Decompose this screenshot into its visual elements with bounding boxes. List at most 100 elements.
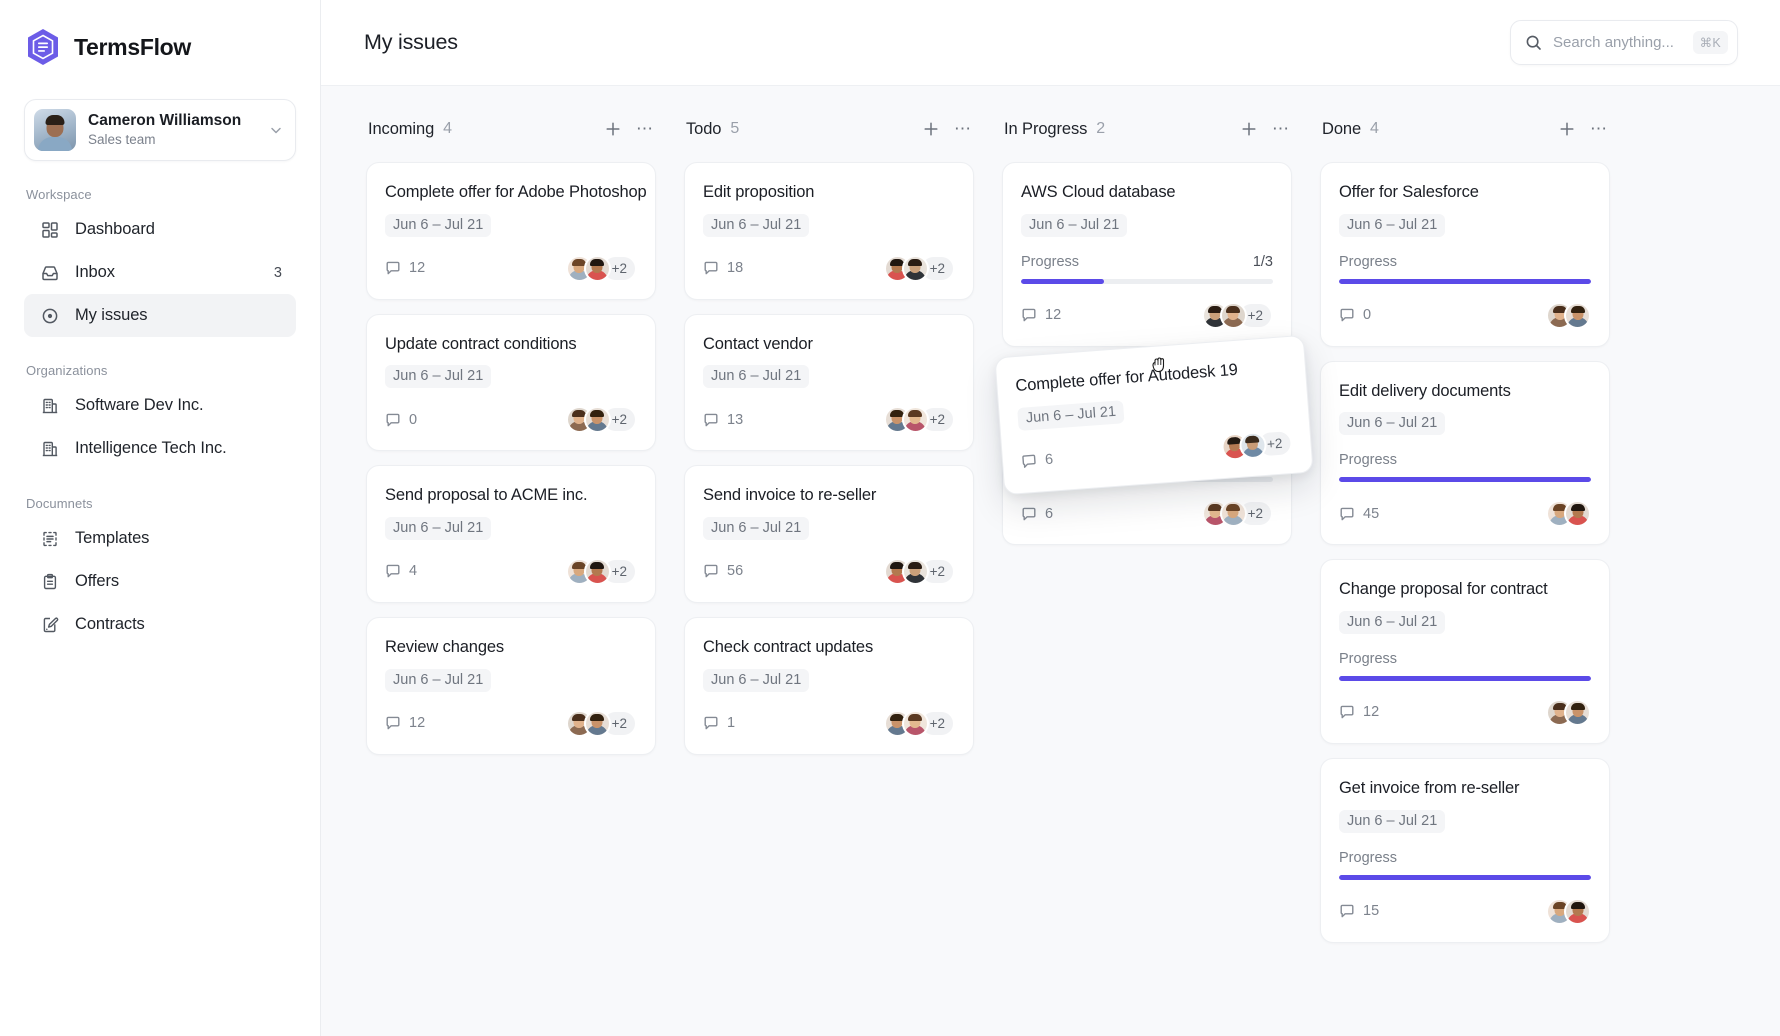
assignee-avatars[interactable] [1546, 302, 1591, 329]
progress-ratio: 1/3 [1253, 254, 1273, 270]
user-text: Cameron Williamson Sales team [88, 111, 257, 149]
kanban-card[interactable]: Edit proposition Jun 6 – Jul 21 18 +2 [684, 162, 974, 300]
kanban-card[interactable]: Send proposal to ACME inc.Jun 6 – Jul 21… [366, 465, 656, 603]
kanban-board-scroll[interactable]: Incoming 4 ⋯ Complete offer for Adobe Photo… [321, 85, 1780, 1036]
kanban-card[interactable]: Contact vendorJun 6 – Jul 2113+2 [684, 314, 974, 452]
comment-icon [385, 260, 401, 276]
kanban-card[interactable]: Send invoice to re-sellerJun 6 – Jul 215… [684, 465, 974, 603]
kanban-card[interactable]: Check contract updates Jun 6 – Jul 21 1 +2 [684, 617, 974, 755]
plus-icon[interactable] [1558, 120, 1576, 138]
assignee-avatars[interactable]: +2 [884, 558, 955, 585]
card-title: Send invoice to re-seller [703, 485, 955, 506]
kanban-card[interactable]: Edit delivery documentsJun 6 – Jul 21Pro… [1320, 361, 1610, 546]
assignee-avatars[interactable]: +2 [1220, 429, 1293, 461]
assignee-avatars[interactable]: +2 [566, 406, 637, 433]
comment-icon [385, 715, 401, 731]
comment-count[interactable]: 12 [1021, 307, 1061, 323]
comment-icon [703, 412, 719, 428]
sidebar: TermsFlow Cameron Williamson Sales team … [0, 0, 321, 1036]
comment-count[interactable]: 1 [703, 715, 735, 731]
card-footer: 18 +2 [703, 255, 955, 282]
ellipsis-icon[interactable]: ⋯ [1272, 120, 1290, 138]
sidebar-item-my-issues[interactable]: My issues [24, 294, 296, 337]
sidebar-item-contracts[interactable]: Contracts [24, 603, 296, 646]
comment-count[interactable]: 56 [703, 563, 743, 579]
assignee-avatars[interactable] [1546, 500, 1591, 527]
sidebar-item-intelligence-tech-inc[interactable]: Intelligence Tech Inc. [24, 427, 296, 470]
progress-row: Progress [1339, 452, 1591, 468]
plus-icon[interactable] [1240, 120, 1258, 138]
assignee-avatars[interactable]: +2 [566, 710, 637, 737]
kanban-card[interactable]: Offer for SalesforceJun 6 – Jul 21Progre… [1320, 162, 1610, 347]
search-icon [1525, 34, 1542, 51]
assignee-avatars[interactable]: +2 [884, 710, 955, 737]
card-date-range: Jun 6 – Jul 21 [703, 214, 809, 237]
kanban-card[interactable]: Review changesJun 6 – Jul 2112+2 [366, 617, 656, 755]
card-title: Edit proposition [703, 182, 955, 203]
sidebar-item-templates[interactable]: Templates [24, 517, 296, 560]
card-footer: 12 +2 [385, 710, 637, 737]
nav-group-documents: Documnets Templates [24, 496, 296, 646]
ellipsis-icon[interactable]: ⋯ [1590, 120, 1608, 138]
assignee-avatars[interactable]: +2 [884, 406, 955, 433]
building-icon [40, 439, 59, 458]
comment-count[interactable]: 18 [703, 260, 743, 276]
comment-count[interactable]: 6 [1021, 452, 1054, 470]
kanban-card[interactable]: Change proposal for contractJun 6 – Jul … [1320, 559, 1610, 744]
comment-count[interactable]: 45 [1339, 506, 1379, 522]
comment-count[interactable]: 12 [385, 260, 425, 276]
avatar [1238, 431, 1267, 460]
sidebar-item-dashboard[interactable]: Dashboard [24, 208, 296, 251]
clipboard-icon [40, 572, 59, 591]
chevron-down-icon[interactable] [269, 123, 283, 137]
grabbing-hand-cursor [1148, 354, 1170, 376]
card-title: Complete offer for Adobe Photoshop [385, 182, 637, 203]
comment-count[interactable]: 0 [1339, 307, 1371, 323]
search-input[interactable]: Search anything... ⌘K [1510, 20, 1738, 65]
avatar [34, 109, 76, 151]
assignee-avatars[interactable]: +2 [566, 255, 637, 282]
main-area: My issues Search anything... ⌘K Incoming… [321, 0, 1780, 1036]
plus-icon[interactable] [604, 120, 622, 138]
kanban-card[interactable]: Update contract conditionsJun 6 – Jul 21… [366, 314, 656, 452]
column-card-list: Edit proposition Jun 6 – Jul 21 18 +2 Contac… [684, 162, 1002, 755]
kanban-card[interactable]: AWS Cloud databaseJun 6 – Jul 21Progress… [1002, 162, 1292, 347]
comment-count[interactable]: 13 [703, 412, 743, 428]
comment-count[interactable]: 0 [385, 412, 417, 428]
ellipsis-icon[interactable]: ⋯ [954, 120, 972, 138]
plus-icon[interactable] [922, 120, 940, 138]
card-title: Check contract updates [703, 637, 955, 658]
column-title: Incoming [368, 120, 434, 139]
comment-count[interactable]: 15 [1339, 903, 1379, 919]
card-footer: 15 [1339, 898, 1591, 925]
kanban-board: Incoming 4 ⋯ Complete offer for Adobe Photo… [321, 86, 1780, 1036]
card-title: Contact vendor [703, 334, 955, 355]
assignee-avatars[interactable]: +2 [566, 558, 637, 585]
comment-count[interactable]: 12 [385, 715, 425, 731]
assignee-avatars[interactable]: +2 [1202, 302, 1273, 329]
comment-count[interactable]: 4 [385, 563, 417, 579]
progress-fill [1339, 279, 1591, 284]
card-date-range: Jun 6 – Jul 21 [1021, 214, 1127, 237]
sidebar-item-inbox[interactable]: Inbox 3 [24, 251, 296, 294]
assignee-avatars[interactable] [1546, 898, 1591, 925]
card-title: Review changes [385, 637, 637, 658]
kanban-card[interactable]: Complete offer for Adobe PhotoshopJun 6 … [366, 162, 656, 300]
comment-count[interactable]: 6 [1021, 506, 1053, 522]
comment-count[interactable]: 12 [1339, 704, 1379, 720]
page-title: My issues [364, 30, 458, 55]
ellipsis-icon[interactable]: ⋯ [636, 120, 654, 138]
card-date-range: Jun 6 – Jul 21 [703, 669, 809, 692]
column-title: Done [1322, 120, 1361, 139]
sidebar-item-offers[interactable]: Offers [24, 560, 296, 603]
user-switcher[interactable]: Cameron Williamson Sales team [24, 99, 296, 161]
kanban-card[interactable]: Get invoice from re-sellerJun 6 – Jul 21… [1320, 758, 1610, 943]
sidebar-item-software-dev-inc[interactable]: Software Dev Inc. [24, 384, 296, 427]
assignee-avatars[interactable]: +2 [884, 255, 955, 282]
card-footer: 0 [1339, 302, 1591, 329]
card-title: Offer for Salesforce [1339, 182, 1591, 203]
template-icon [40, 529, 59, 548]
assignee-avatars[interactable]: +2 [1202, 500, 1273, 527]
assignee-avatars[interactable] [1546, 699, 1591, 726]
brand[interactable]: TermsFlow [24, 0, 296, 66]
